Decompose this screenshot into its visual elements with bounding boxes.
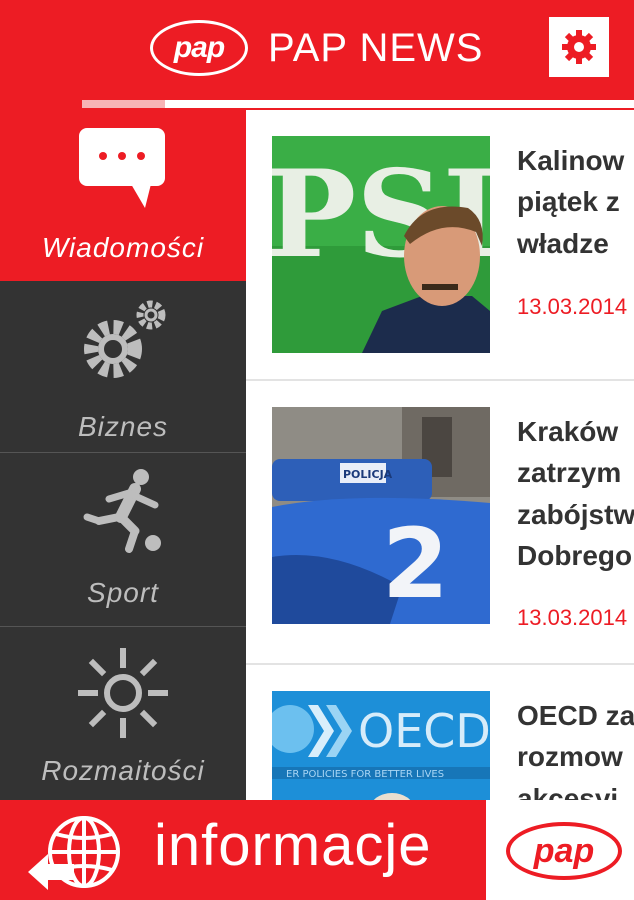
- sidebar-item-sport[interactable]: Sport: [0, 453, 246, 627]
- headline-line: rozmow: [517, 741, 623, 772]
- settings-button[interactable]: [549, 17, 609, 77]
- article-thumbnail: OECD ER POLICIES FOR BETTER LIVES: [272, 691, 490, 800]
- list-item[interactable]: PSL Kalinow piątek z władze 13.03.2014: [246, 110, 634, 381]
- headline-line: Kalinow: [517, 145, 625, 176]
- bottom-banner[interactable]: informacje pap: [0, 800, 634, 900]
- article-list: PSL Kalinow piątek z władze 13.03.2014 P…: [246, 110, 634, 800]
- headline-line: władze: [517, 228, 609, 259]
- page-indicator-fill: [82, 100, 165, 108]
- gear-icon: [562, 30, 596, 64]
- pap-logo-text: pap: [173, 31, 225, 64]
- article-date: 13.03.2014: [517, 294, 628, 319]
- pap-logo: pap: [506, 822, 622, 880]
- svg-text:ER POLICIES FOR BETTER LIVES: ER POLICIES FOR BETTER LIVES: [286, 769, 444, 780]
- svg-text:POLICJA: POLICJA: [343, 468, 393, 481]
- article-date: 13.03.2014: [517, 605, 628, 630]
- list-item[interactable]: OECD ER POLICIES FOR BETTER LIVES OECD z…: [246, 665, 634, 800]
- headline-line: akcesyi: [517, 783, 619, 800]
- sun-icon: [78, 648, 168, 738]
- headline-line: OECD za: [517, 700, 634, 731]
- soccer-player-icon: [83, 469, 161, 553]
- sidebar-item-label: Sport: [87, 577, 159, 608]
- gears-icon: [84, 300, 166, 378]
- headline-line: Kraków: [517, 416, 619, 447]
- category-sidebar: Wiadomości Biznes Sport Rozmaitości: [0, 110, 246, 800]
- pap-logo-text: pap: [533, 831, 595, 870]
- sidebar-item-wiadomosci[interactable]: Wiadomości: [0, 110, 246, 281]
- list-item[interactable]: POLICJA 2 Kraków zatrzym zabójstw Dobreg…: [246, 381, 634, 665]
- app-header: pap PAP NEWS: [0, 0, 634, 98]
- page-indicator: [0, 98, 634, 110]
- headline-line: Dobrego: [517, 540, 633, 571]
- app-title: PAP NEWS: [268, 26, 484, 70]
- banner-text: informacje: [154, 813, 432, 878]
- sidebar-item-label: Wiadomości: [41, 232, 205, 263]
- headline-line: piątek z: [517, 186, 620, 217]
- article-thumbnail: PSL: [272, 136, 490, 353]
- headline-line: zatrzym: [517, 457, 622, 488]
- sidebar-item-label: Rozmaitości: [41, 755, 205, 786]
- svg-text:2: 2: [382, 508, 449, 620]
- sidebar-item-label: Biznes: [77, 411, 169, 442]
- headline-line: zabójstw: [517, 499, 634, 530]
- speech-bubble-icon: [79, 128, 165, 208]
- globe-arrow-icon: [28, 816, 120, 890]
- sidebar-item-biznes[interactable]: Biznes: [0, 281, 246, 453]
- sidebar-item-rozmaitosci[interactable]: Rozmaitości: [0, 627, 246, 800]
- svg-text:OECD: OECD: [358, 704, 490, 758]
- article-thumbnail: POLICJA 2: [272, 407, 490, 624]
- banner-logo-box: pap: [486, 800, 634, 900]
- pap-logo: pap: [150, 20, 248, 76]
